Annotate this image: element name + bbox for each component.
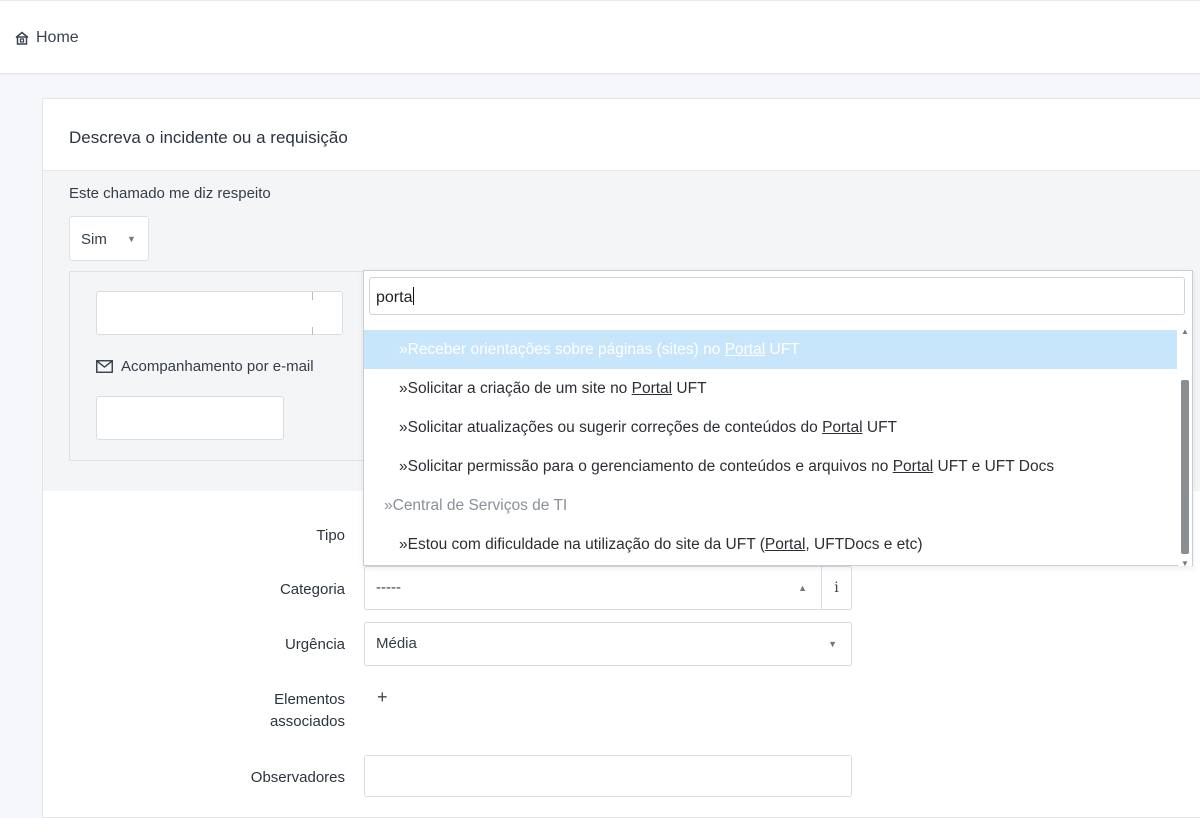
option-text: UFT bbox=[672, 380, 707, 397]
home-icon bbox=[15, 31, 29, 45]
text-cursor bbox=[413, 287, 415, 305]
option-match: Portal bbox=[631, 380, 673, 397]
divider bbox=[312, 327, 313, 335]
envelope-icon bbox=[96, 360, 113, 373]
self-select[interactable]: Sim ▼ bbox=[69, 216, 149, 261]
option-text: UFT e UFT Docs bbox=[933, 458, 1055, 475]
info-button[interactable]: i bbox=[821, 567, 851, 609]
option-match: Portal bbox=[724, 341, 766, 358]
tipo-label: Tipo bbox=[316, 527, 345, 544]
categoria-label: Categoria bbox=[279, 581, 345, 598]
scrollbar-thumb[interactable] bbox=[1181, 380, 1189, 554]
option-text: »Receber orientações sobre páginas (site… bbox=[399, 341, 725, 358]
option-text: »Solicitar a criação de um site no bbox=[399, 380, 632, 397]
option-text: , UFTDocs e etc) bbox=[805, 536, 923, 553]
option-text: »Solicitar atualizações ou sugerir corre… bbox=[399, 419, 823, 436]
option-text: »Estou com dificuldade na utilização do … bbox=[399, 536, 765, 553]
dropdown-option[interactable]: »Receber orientações sobre páginas (site… bbox=[364, 330, 1177, 369]
dropdown-search-input[interactable]: porta bbox=[369, 277, 1185, 315]
dropdown-results: »Receber orientações sobre páginas (site… bbox=[364, 330, 1177, 566]
option-match: Portal bbox=[892, 458, 934, 475]
chevron-down-icon: ▼ bbox=[127, 234, 136, 244]
elementos-label: Elementos associados bbox=[105, 689, 345, 733]
divider bbox=[312, 292, 313, 300]
urgencia-label: Urgência bbox=[284, 636, 345, 653]
chevron-up-icon: ▲ bbox=[798, 583, 807, 593]
dropdown-group-header: »Central de Serviços de TI bbox=[384, 497, 568, 514]
scroll-down-icon[interactable]: ▼ bbox=[1181, 559, 1189, 568]
scroll-up-icon[interactable]: ▲ bbox=[1181, 327, 1189, 336]
dropdown-search-value: porta bbox=[376, 289, 413, 306]
email-follow-text: Acompanhamento por e-mail bbox=[121, 358, 314, 375]
email-follow-label: Acompanhamento por e-mail bbox=[96, 358, 314, 375]
add-element-button[interactable]: + bbox=[377, 688, 388, 706]
urgencia-value: Média bbox=[376, 635, 417, 652]
self-select-value: Sim bbox=[81, 231, 107, 248]
categoria-value: ----- bbox=[376, 579, 401, 596]
option-match: Portal bbox=[822, 419, 863, 436]
card-title: Descreva o incidente ou a requisição bbox=[69, 128, 348, 147]
dropdown-scrollbar[interactable]: ▲ ▼ bbox=[1178, 327, 1192, 568]
elementos-label-line1: Elementos bbox=[274, 691, 345, 708]
dropdown-option[interactable]: »Solicitar atualizações ou sugerir corre… bbox=[364, 408, 1177, 447]
categoria-select[interactable]: ----- ▲ i bbox=[364, 566, 852, 610]
observadores-select[interactable] bbox=[364, 755, 852, 797]
dropdown-option[interactable]: »Solicitar a criação de um site no Porta… bbox=[364, 369, 1177, 408]
option-text: UFT bbox=[765, 341, 800, 358]
chevron-down-icon: ▼ bbox=[828, 639, 837, 649]
card-header: Descreva o incidente ou a requisição bbox=[43, 99, 1200, 171]
email-field[interactable] bbox=[96, 396, 284, 440]
urgencia-select[interactable]: Média ▼ bbox=[364, 622, 852, 666]
option-text: »Solicitar permissão para o gerenciament… bbox=[399, 458, 893, 475]
self-label: Este chamado me diz respeito bbox=[69, 185, 271, 202]
dropdown-option[interactable]: »Estou com dificuldade na utilização do … bbox=[364, 525, 1177, 564]
dropdown-option[interactable]: »Solicitar permissão para o gerenciament… bbox=[364, 447, 1177, 486]
requester-select[interactable] bbox=[96, 291, 343, 335]
breadcrumb-home[interactable]: Home bbox=[14, 29, 79, 47]
option-match: Portal bbox=[764, 536, 806, 553]
elementos-label-line2: associados bbox=[269, 713, 345, 730]
breadcrumb-home-label: Home bbox=[36, 29, 79, 46]
category-dropdown: porta »Receber orientações sobre páginas… bbox=[363, 270, 1193, 568]
option-text: UFT bbox=[862, 419, 897, 436]
top-bar: Home bbox=[0, 0, 1200, 74]
observadores-label: Observadores bbox=[250, 769, 345, 786]
